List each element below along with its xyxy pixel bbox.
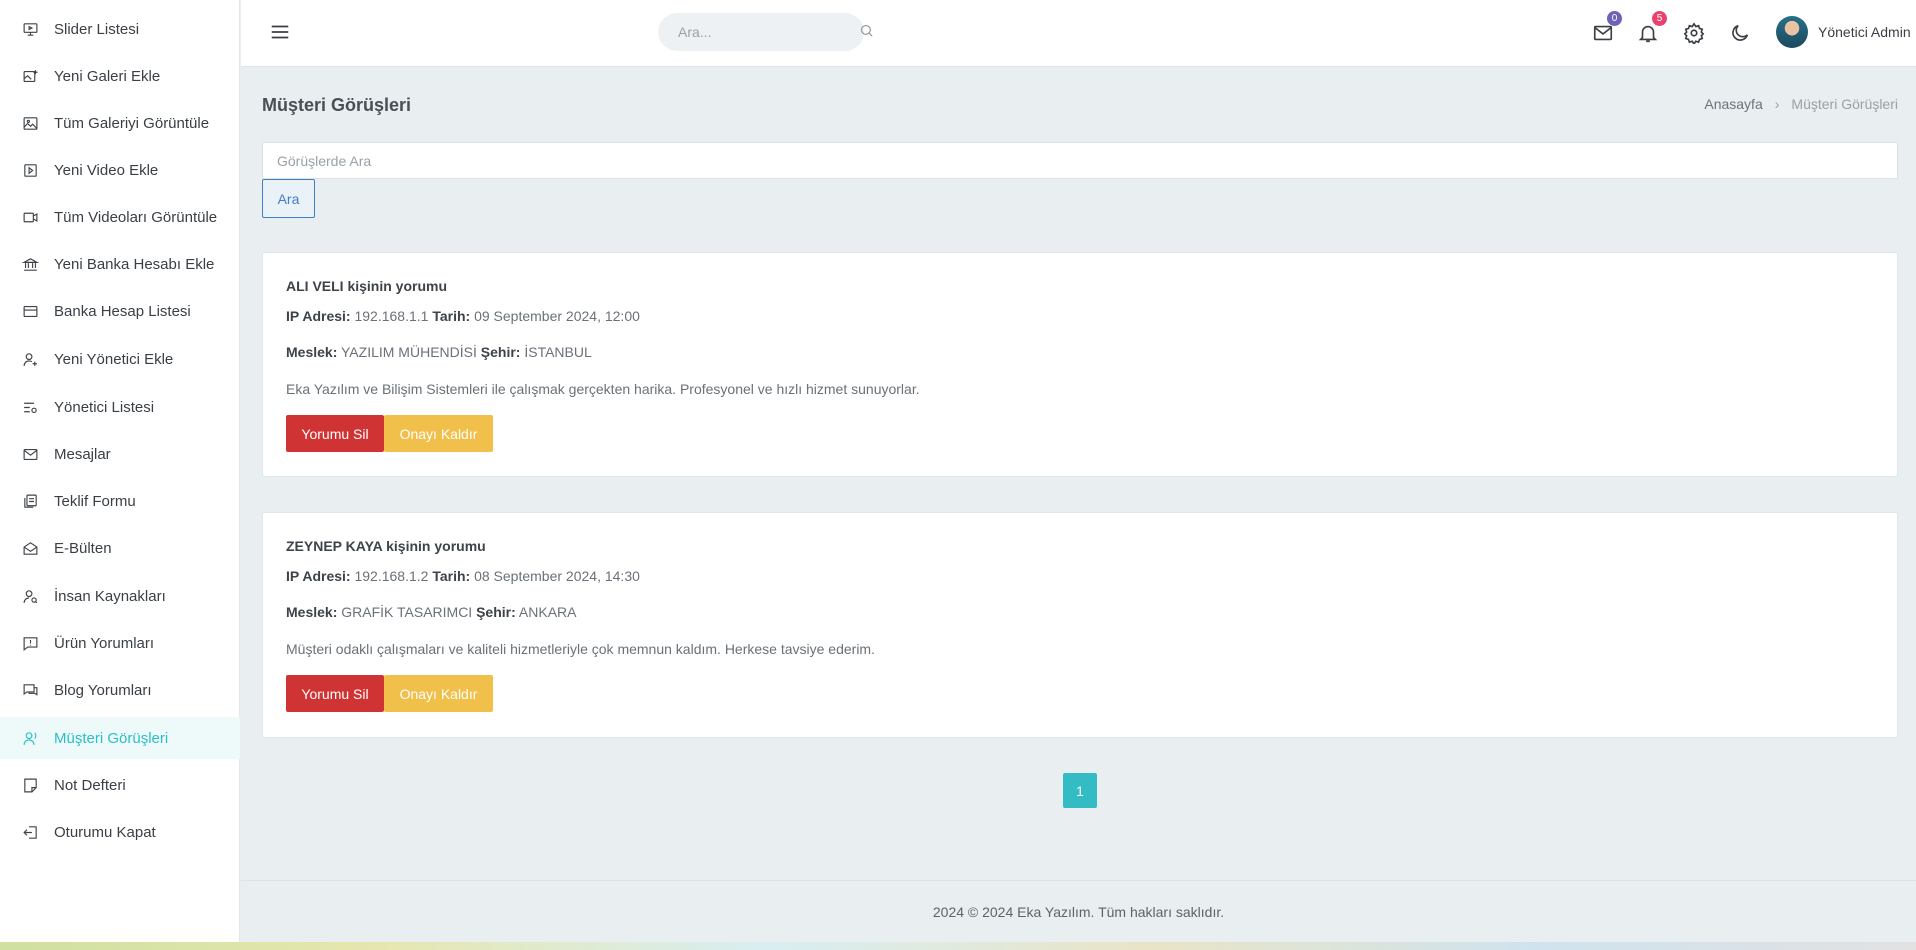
page-title: Müşteri Görüşleri — [262, 95, 412, 115]
mail-button[interactable]: 0 — [1590, 11, 1622, 46]
mail-icon — [20, 444, 40, 464]
breadcrumb: Anasayfa › Müşteri Görüşleri — [1704, 96, 1898, 112]
note-icon — [20, 775, 40, 795]
sidebar-item-label: Banka Hesap Listesi — [54, 302, 191, 320]
bank-icon — [20, 254, 40, 274]
sidebar-item-label: Yeni Yönetici Ekle — [54, 350, 174, 368]
sidebar-item-yeni-yonetici-ekle[interactable]: Yeni Yönetici Ekle — [0, 338, 240, 380]
sidebar-item-label: E-Bülten — [54, 539, 112, 557]
video-camera-icon — [20, 207, 40, 227]
credit-card-icon — [20, 301, 40, 321]
sidebar-item-slider-listesi[interactable]: Slider Listesi — [0, 8, 240, 50]
sidebar-item-label: Tüm Galeriyi Görüntüle — [54, 114, 210, 132]
breadcrumb-home[interactable]: Anasayfa — [1704, 96, 1762, 112]
sidebar-item-blog-yorumlari[interactable]: Blog Yorumları — [0, 669, 240, 711]
pagination-page-1[interactable]: 1 — [1063, 773, 1097, 808]
sidebar-item-musteri-gorusleri[interactable]: Müşteri Görüşleri — [0, 717, 240, 759]
list-settings-icon — [20, 397, 40, 417]
sidebar-item-label: Slider Listesi — [54, 20, 140, 38]
user-voice-icon — [20, 728, 40, 748]
search-button[interactable]: Ara — [262, 179, 315, 218]
sidebar-item-label: Yönetici Listesi — [54, 398, 155, 416]
sidebar-item-not-defteri[interactable]: Not Defteri — [0, 764, 240, 806]
sidebar-item-mesajlar[interactable]: Mesajlar — [0, 433, 240, 475]
reviews-search-input[interactable] — [262, 142, 1898, 179]
review-comment: Eka Yazılım ve Bilişim Sistemleri ile ça… — [286, 381, 920, 397]
sidebar-item-label: Yeni Galeri Ekle — [54, 67, 161, 85]
sidebar-item-label: Müşteri Görüşleri — [54, 729, 169, 747]
monitor-icon — [20, 19, 40, 39]
sidebar-item-label: Oturumu Kapat — [54, 823, 156, 841]
delete-review-button[interactable]: Yorumu Sil — [286, 675, 384, 712]
sidebar-item-yeni-video-ekle[interactable]: Yeni Video Ekle — [0, 149, 240, 191]
unapprove-button[interactable]: Onayı Kaldır — [384, 675, 493, 712]
review-ip-date: IP Adresi: 192.168.1.2 Tarih: 08 Septemb… — [286, 568, 640, 584]
review-job-city: Meslek: GRAFİK TASARIMCI Şehir: ANKARA — [286, 604, 577, 620]
mail-open-icon — [20, 538, 40, 558]
review-title: ZEYNEP KAYA kişinin yorumu — [286, 538, 486, 554]
sidebar-item-label: Yeni Banka Hesabı Ekle — [54, 255, 215, 273]
gear-icon — [1683, 22, 1705, 44]
search-icon[interactable] — [859, 23, 874, 42]
delete-review-button[interactable]: Yorumu Sil — [286, 415, 384, 452]
hamburger-menu-icon[interactable] — [269, 21, 291, 43]
sidebar-item-tum-galeriyi-goruntule[interactable]: Tüm Galeriyi Görüntüle — [0, 102, 240, 144]
review-comment: Müşteri odaklı çalışmaları ve kaliteli h… — [286, 641, 875, 657]
sidebar-item-teklif-formu[interactable]: Teklif Formu — [0, 480, 240, 522]
username[interactable]: Yönetici Admin — [1818, 24, 1911, 40]
moon-icon — [1732, 24, 1749, 41]
sidebar-item-yeni-banka-hesabi-ekle[interactable]: Yeni Banka Hesabı Ekle — [0, 243, 240, 285]
notification-count-badge: 5 — [1652, 11, 1667, 26]
sidebar-item-yonetici-listesi[interactable]: Yönetici Listesi — [0, 386, 240, 428]
gallery-add-icon — [20, 66, 40, 86]
user-add-icon — [20, 349, 40, 369]
avatar[interactable] — [1776, 16, 1808, 48]
chevron-right-icon: › — [1774, 96, 1780, 112]
review-title: ALI VELI kişinin yorumu — [286, 278, 448, 294]
breadcrumb-current: Müşteri Görüşleri — [1791, 96, 1898, 112]
sidebar-item-insan-kaynaklari[interactable]: İnsan Kaynakları — [0, 575, 240, 617]
sidebar-item-banka-hesap-listesi[interactable]: Banka Hesap Listesi — [0, 290, 240, 332]
comment-alert-icon — [20, 633, 40, 653]
review-card: ALI VELI kişinin yorumu IP Adresi: 192.1… — [262, 252, 1898, 477]
mail-count-badge: 0 — [1607, 11, 1622, 26]
documents-icon — [20, 491, 40, 511]
sidebar-item-yeni-galeri-ekle[interactable]: Yeni Galeri Ekle — [0, 55, 240, 97]
comments-icon — [20, 680, 40, 700]
image-icon — [20, 113, 40, 133]
sidebar-item-label: Yeni Video Ekle — [54, 161, 159, 179]
footer: 2024 © 2024 Eka Yazılım. Tüm hakları sak… — [241, 880, 1916, 942]
sidebar-item-label: İnsan Kaynakları — [54, 587, 166, 605]
review-card: ZEYNEP KAYA kişinin yorumu IP Adresi: 19… — [262, 512, 1898, 738]
notification-button[interactable]: 5 — [1635, 11, 1667, 46]
sidebar-item-urun-yorumlari[interactable]: Ürün Yorumları — [0, 622, 240, 664]
unapprove-button[interactable]: Onayı Kaldır — [384, 415, 493, 452]
top-search — [658, 13, 873, 51]
sidebar-item-oturumu-kapat[interactable]: Oturumu Kapat — [0, 811, 240, 853]
sidebar-item-label: Blog Yorumları — [54, 681, 152, 699]
sidebar-item-label: Ürün Yorumları — [54, 634, 155, 652]
logout-icon — [20, 822, 40, 842]
video-square-icon — [20, 160, 40, 180]
sidebar-item-label: Teklif Formu — [54, 492, 136, 510]
review-job-city: Meslek: YAZILIM MÜHENDİSİ Şehir: İSTANBU… — [286, 344, 592, 360]
sidebar-item-e-bulten[interactable]: E-Bülten — [0, 527, 240, 569]
user-search-icon — [20, 586, 40, 606]
sidebar-item-tum-videolari-goruntule[interactable]: Tüm Videoları Görüntüle — [0, 196, 240, 238]
top-search-input[interactable] — [678, 24, 859, 40]
copyright-text: 2024 © 2024 Eka Yazılım. Tüm hakları sak… — [932, 903, 1225, 920]
dark-mode-toggle[interactable] — [1727, 20, 1753, 46]
bottom-strip — [0, 942, 1916, 950]
sidebar-item-label: Not Defteri — [54, 776, 126, 794]
topbar: 0 5 Yönetici Admin — [241, 0, 1916, 67]
sidebar-item-label: Mesajlar — [54, 445, 111, 463]
review-ip-date: IP Adresi: 192.168.1.1 Tarih: 09 Septemb… — [286, 308, 640, 324]
sidebar: Slider Listesi Yeni Galeri Ekle Tüm Gale… — [0, 0, 240, 942]
settings-button[interactable] — [1681, 20, 1707, 46]
sidebar-item-label: Tüm Videoları Görüntüle — [54, 208, 218, 226]
